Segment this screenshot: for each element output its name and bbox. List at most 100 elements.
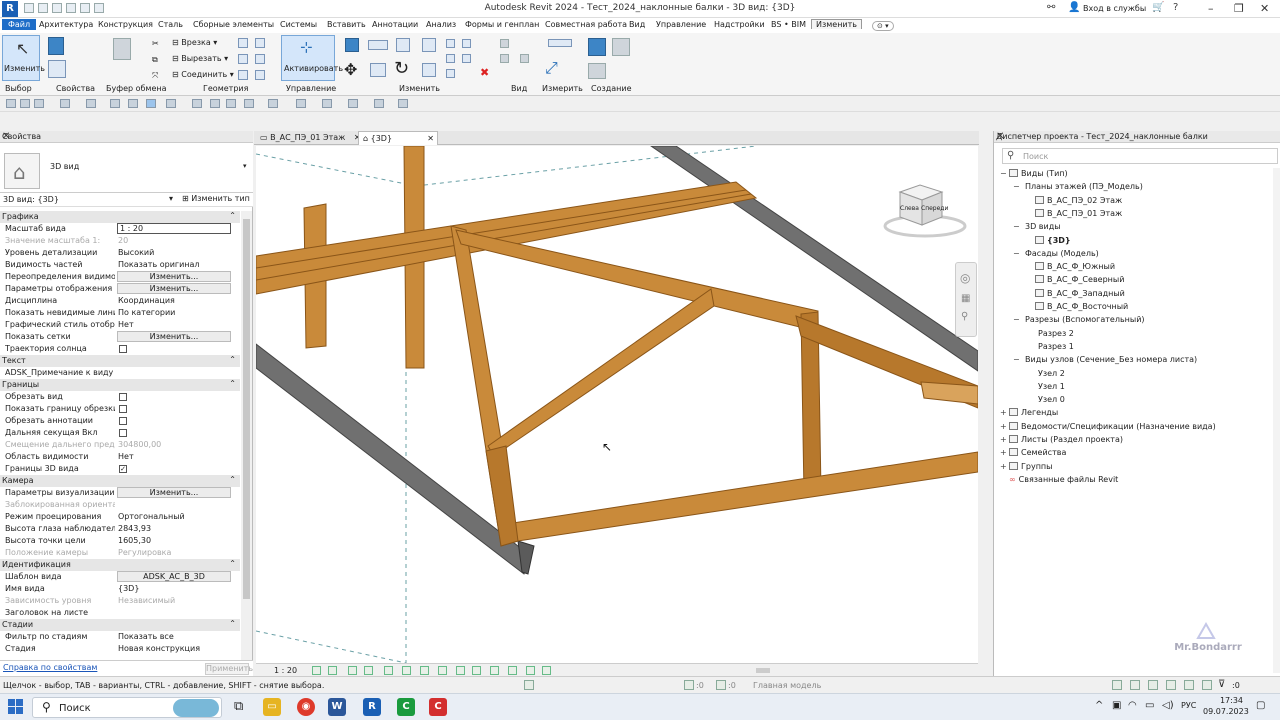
split-icon[interactable] xyxy=(446,39,455,48)
rotate-icon[interactable]: ↻ xyxy=(394,58,409,79)
property-section[interactable]: Идентификация ⌃ xyxy=(0,559,240,571)
browser-tree-item[interactable]: + Легенды xyxy=(1000,408,1058,420)
view-tool-1-icon[interactable] xyxy=(500,39,509,48)
signin-button[interactable]: Вход в службы xyxy=(1083,4,1146,13)
browser-tree-item[interactable]: Разрез 1 xyxy=(1026,342,1074,354)
property-row[interactable]: Шаблон вида ADSK_АС_В_3D xyxy=(0,571,240,583)
create-group-icon[interactable] xyxy=(588,63,606,79)
mirror-draw-icon[interactable] xyxy=(422,38,436,52)
tab-precast[interactable]: Сборные элементы xyxy=(193,20,274,29)
qt-customize-icon[interactable] xyxy=(398,99,408,108)
word-app-icon[interactable]: W xyxy=(328,698,346,716)
property-row[interactable]: Обрезать вид xyxy=(0,391,240,403)
geometry-tool-5-icon[interactable] xyxy=(238,70,248,80)
background-process-icon[interactable] xyxy=(1202,680,1212,690)
user-icon[interactable]: 👤 xyxy=(1068,2,1080,13)
property-section[interactable]: Камера ⌃ xyxy=(0,475,240,487)
worksharing-icon[interactable] xyxy=(542,666,551,675)
temp-props-icon[interactable] xyxy=(472,666,481,675)
match-icon[interactable]: ⤧ xyxy=(152,71,158,81)
show-analytical-icon[interactable] xyxy=(490,666,499,675)
tab-file[interactable]: Файл xyxy=(2,19,37,30)
browser-tree-item[interactable]: ∞ Связанные файлы Revit xyxy=(1000,475,1118,487)
offset-icon[interactable] xyxy=(368,40,388,50)
browser-search-input[interactable]: ⚲ Поиск xyxy=(1002,148,1278,164)
tab-addins[interactable]: Надстройки xyxy=(714,20,765,29)
property-checkbox[interactable] xyxy=(119,345,127,353)
design-option-main-model[interactable]: Главная модель xyxy=(753,681,821,690)
apply-button[interactable]: Применить xyxy=(205,663,253,675)
property-input[interactable]: 1 : 20 xyxy=(117,223,231,234)
modify-button[interactable]: ↖ Изменить xyxy=(2,35,45,81)
green-app-icon[interactable]: C xyxy=(397,698,415,716)
browser-tree-item[interactable]: Разрез 2 xyxy=(1026,329,1074,341)
type-properties-icon[interactable] xyxy=(48,60,66,78)
edit-type-button[interactable]: ⊞ Изменить тип xyxy=(182,194,250,203)
tray-app-icon[interactable]: ▣ xyxy=(1112,700,1121,711)
network-icon[interactable]: ▭ xyxy=(1145,700,1154,711)
steering-wheel-icon[interactable]: ◎ xyxy=(960,271,970,285)
copy-icon[interactable]: ⧉ xyxy=(152,55,158,65)
browser-tree-item[interactable]: + Семейства xyxy=(1000,448,1066,460)
property-checkbox[interactable]: ✓ xyxy=(119,465,127,473)
model-canvas[interactable] xyxy=(256,146,978,663)
volume-icon[interactable]: ◁) xyxy=(1162,700,1174,711)
qt-measure-icon[interactable] xyxy=(128,99,138,108)
view-scale[interactable]: 1 : 20 xyxy=(274,666,297,675)
property-edit-button[interactable]: Изменить... xyxy=(117,271,231,282)
property-row[interactable]: Дальняя секущая Вкл xyxy=(0,427,240,439)
qt-switch-windows-icon[interactable] xyxy=(322,99,332,108)
property-section[interactable]: Текст ⌃ xyxy=(0,355,240,367)
property-row[interactable]: Параметры визуализации Изменить... xyxy=(0,487,240,499)
property-edit-button[interactable]: Изменить... xyxy=(117,283,231,294)
tab-systems[interactable]: Системы xyxy=(280,20,317,29)
property-checkbox[interactable] xyxy=(119,393,127,401)
language-indicator[interactable]: РУС xyxy=(1181,701,1196,710)
property-row[interactable]: Положение камеры Регулировка xyxy=(0,547,240,559)
properties-help-link[interactable]: Справка по свойствам xyxy=(3,663,97,672)
move-icon[interactable]: ✥ xyxy=(344,60,357,79)
properties-scrollbar[interactable] xyxy=(241,211,252,661)
close-icon[interactable]: ✕ xyxy=(2,131,250,142)
maximize-button[interactable]: ❐ xyxy=(1234,2,1244,15)
browser-tree-item[interactable]: + Листы (Раздел проекта) xyxy=(1000,435,1123,447)
detail-level-icon[interactable] xyxy=(312,666,321,675)
property-row[interactable]: Область видимости Нет xyxy=(0,451,240,463)
worksets-status-icon[interactable] xyxy=(524,680,534,690)
property-row[interactable]: Обрезать аннотации xyxy=(0,415,240,427)
qt-undo-icon[interactable] xyxy=(60,99,70,108)
browser-tree-item[interactable]: В_АС_Ф_Западный xyxy=(1026,288,1125,301)
browser-tree-item[interactable]: Узел 1 xyxy=(1026,382,1065,394)
browser-tree-item[interactable]: В_АС_Ф_Северный xyxy=(1026,275,1124,287)
property-row[interactable]: Видимость частей Показать оригинал xyxy=(0,259,240,271)
align-icon[interactable] xyxy=(345,38,359,52)
select-pinned-icon[interactable] xyxy=(1148,680,1158,690)
help-icon[interactable]: ? xyxy=(1173,2,1178,13)
geometry-tool-2-icon[interactable] xyxy=(255,38,265,48)
qt-tag-icon[interactable] xyxy=(192,99,202,108)
chrome-app-icon[interactable]: ◉ xyxy=(297,698,315,716)
browser-tree-item[interactable]: + Ведомости/Спецификации (Назначение вида… xyxy=(1000,421,1216,434)
red-app-icon[interactable]: C xyxy=(429,698,447,716)
property-row[interactable]: Границы 3D вида ✓ xyxy=(0,463,240,475)
join-button[interactable]: ⊟ Соединить ▾ xyxy=(172,70,234,79)
tab-insert[interactable]: Вставить xyxy=(327,20,366,29)
lock-view-icon[interactable] xyxy=(420,666,429,675)
chevron-down-icon[interactable]: ▾ xyxy=(169,194,173,203)
property-row[interactable]: Траектория солнца xyxy=(0,343,240,355)
close-icon[interactable]: ✕ xyxy=(996,131,1278,142)
property-row[interactable]: Масштаб вида 1 : 20 xyxy=(0,223,240,235)
property-section[interactable]: Границы ⌃ xyxy=(0,379,240,391)
activate-button[interactable]: ⊹ Активировать xyxy=(281,35,343,81)
render-icon[interactable] xyxy=(384,666,393,675)
browser-tree-item[interactable]: В_АС_ПЭ_02 Этаж xyxy=(1026,195,1122,208)
geometry-tool-1-icon[interactable] xyxy=(238,38,248,48)
geometry-tool-6-icon[interactable] xyxy=(255,70,265,80)
property-row[interactable]: Параметры отображения г... Изменить... xyxy=(0,283,240,295)
property-row[interactable]: Графический стиль отобра...Нет xyxy=(0,319,240,331)
tab-modify[interactable]: Изменить xyxy=(811,19,862,29)
tab-steel[interactable]: Сталь xyxy=(158,20,183,29)
shadows-icon[interactable] xyxy=(364,666,373,675)
property-row[interactable]: Показать границу обрезки xyxy=(0,403,240,415)
wifi-icon[interactable]: ◠ xyxy=(1128,700,1137,711)
